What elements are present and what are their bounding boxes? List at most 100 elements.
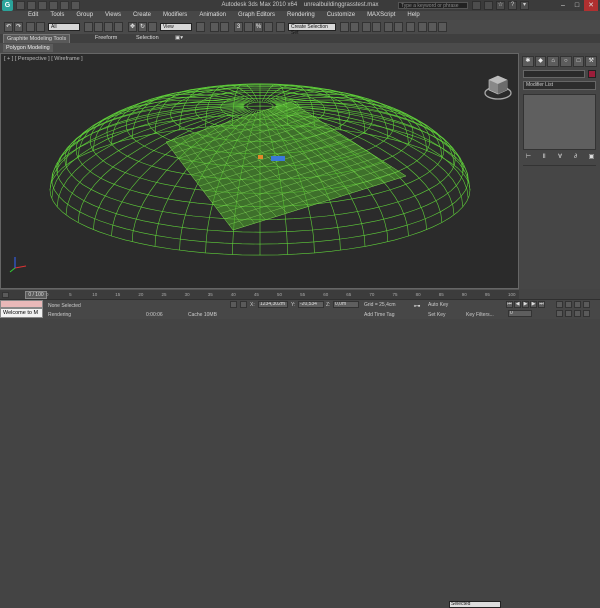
y-coordinate-field[interactable]: -20,534 xyxy=(298,301,324,308)
select-by-name-icon[interactable] xyxy=(94,22,103,32)
material-editor-icon[interactable] xyxy=(406,22,415,32)
tab-selection[interactable]: Selection xyxy=(133,34,162,43)
select-manipulate-icon[interactable] xyxy=(210,22,219,32)
add-time-tag[interactable]: Add Time Tag xyxy=(364,312,394,318)
set-key-button[interactable]: Set Key xyxy=(428,312,446,318)
modify-tab-icon[interactable]: ◆ xyxy=(534,56,547,67)
rendered-frame-window-icon[interactable] xyxy=(428,22,437,32)
binoculars-icon[interactable] xyxy=(472,1,481,10)
menu-help[interactable]: Help xyxy=(401,11,425,20)
angle-snap-icon[interactable] xyxy=(244,22,253,32)
menu-modifiers[interactable]: Modifiers xyxy=(157,11,193,20)
maxscript-listener-output[interactable] xyxy=(0,300,43,308)
previous-key-icon[interactable]: ◀ xyxy=(514,301,521,308)
menu-rendering[interactable]: Rendering xyxy=(281,11,321,20)
object-color-swatch[interactable] xyxy=(588,70,596,78)
window-crossing-icon[interactable] xyxy=(114,22,123,32)
dropdown-icon[interactable]: ▾ xyxy=(520,1,529,10)
select-object-icon[interactable] xyxy=(84,22,93,32)
graphite-ribbon-icon[interactable] xyxy=(372,22,381,32)
help-search-input[interactable]: Type a keyword or phrase xyxy=(398,2,468,9)
menu-create[interactable]: Create xyxy=(127,11,157,20)
auto-key-mode-dropdown[interactable]: Selected xyxy=(449,601,501,608)
layer-manager-icon[interactable] xyxy=(362,22,371,32)
maximize-button[interactable]: □ xyxy=(570,0,584,11)
select-and-scale-icon[interactable] xyxy=(148,22,157,32)
zoom-icon[interactable] xyxy=(556,301,563,308)
menu-tools[interactable]: Tools xyxy=(44,11,70,20)
open-file-icon[interactable] xyxy=(27,1,36,10)
current-frame-field[interactable]: 0 xyxy=(508,310,532,317)
snaps-toggle-icon[interactable]: 3 xyxy=(234,22,243,32)
save-file-icon[interactable] xyxy=(38,1,47,10)
z-coordinate-field[interactable]: 0,0m xyxy=(333,301,359,308)
make-unique-icon[interactable]: ∀ xyxy=(557,154,564,161)
redo-icon[interactable] xyxy=(60,1,69,10)
menu-edit[interactable]: Edit xyxy=(22,11,44,20)
percent-snap-icon[interactable]: % xyxy=(254,22,263,32)
menu-group[interactable]: Group xyxy=(70,11,99,20)
close-button[interactable]: ✕ xyxy=(584,0,598,11)
tab-graphite-modeling-tools[interactable]: Graphite Modeling Tools xyxy=(3,34,71,43)
select-and-move-icon[interactable]: ✥ xyxy=(128,22,137,32)
edit-named-selection-icon[interactable] xyxy=(276,22,285,32)
display-tab-icon[interactable]: □ xyxy=(572,56,585,67)
key-filters-button[interactable]: Key Filters... xyxy=(466,312,494,318)
modifier-list-dropdown[interactable]: Modifier List xyxy=(523,81,596,90)
motion-tab-icon[interactable]: ○ xyxy=(560,56,572,67)
align-icon[interactable] xyxy=(350,22,359,32)
object-name-field[interactable] xyxy=(523,70,585,78)
menu-customize[interactable]: Customize xyxy=(321,11,361,20)
favorites-star-icon[interactable]: ☆ xyxy=(496,1,505,10)
viewport-label[interactable]: [ + ] [ Perspective ] [ Wireframe ] xyxy=(4,56,83,62)
utilities-tab-icon[interactable]: ⚒ xyxy=(585,56,598,67)
undo-icon[interactable]: ↶ xyxy=(4,22,13,32)
unlink-icon[interactable] xyxy=(36,22,45,32)
viewcube-icon[interactable] xyxy=(483,72,513,102)
maxscript-mini-listener[interactable]: Welcome to M xyxy=(0,308,43,318)
mirror-icon[interactable] xyxy=(340,22,349,32)
perspective-viewport[interactable]: [ + ] [ Perspective ] [ Wireframe ] xyxy=(0,53,519,289)
next-key-icon[interactable]: ▶ xyxy=(530,301,537,308)
building-object-orange[interactable] xyxy=(258,155,263,159)
render-setup-icon[interactable] xyxy=(418,22,427,32)
go-to-end-icon[interactable]: ⏭ xyxy=(538,301,545,308)
menu-maxscript[interactable]: MAXScript xyxy=(361,11,401,20)
go-to-start-icon[interactable]: ⏮ xyxy=(506,301,513,308)
maximize-viewport-icon[interactable] xyxy=(583,310,590,317)
menu-animation[interactable]: Animation xyxy=(193,11,232,20)
orbit-icon[interactable] xyxy=(574,310,581,317)
zoom-extents-all-icon[interactable] xyxy=(583,301,590,308)
create-tab-icon[interactable]: ✱ xyxy=(522,56,534,67)
zoom-extents-icon[interactable] xyxy=(574,301,581,308)
schematic-view-icon[interactable] xyxy=(394,22,403,32)
app-logo-icon[interactable]: G xyxy=(2,0,13,11)
pivot-center-icon[interactable] xyxy=(196,22,205,32)
lock-selection-icon[interactable] xyxy=(230,301,237,308)
spinner-snap-icon[interactable] xyxy=(264,22,273,32)
prev-frame-icon[interactable] xyxy=(2,292,9,298)
pan-view-icon[interactable] xyxy=(565,310,572,317)
show-end-result-icon[interactable]: Ⅱ xyxy=(541,154,548,161)
remove-modifier-icon[interactable]: ∂ xyxy=(572,154,579,161)
ribbon-options-icon[interactable]: ▣▾ xyxy=(175,34,183,43)
field-of-view-icon[interactable] xyxy=(556,310,563,317)
polygon-modeling-panel[interactable]: Polygon Modeling xyxy=(3,44,53,52)
modifier-stack[interactable] xyxy=(523,94,596,150)
time-slider-handle[interactable]: 0 / 100 xyxy=(25,291,47,299)
project-folder-icon[interactable] xyxy=(71,1,80,10)
x-coordinate-field[interactable]: 1234,302m xyxy=(258,301,288,308)
keyboard-shortcut-icon[interactable] xyxy=(220,22,229,32)
building-object-blue[interactable] xyxy=(271,156,285,161)
absolute-mode-icon[interactable] xyxy=(240,301,247,308)
rectangular-selection-icon[interactable] xyxy=(104,22,113,32)
configure-modifier-sets-icon[interactable]: ▣ xyxy=(588,154,595,161)
redo-icon[interactable]: ↷ xyxy=(14,22,23,32)
curve-editor-icon[interactable] xyxy=(384,22,393,32)
help-icon[interactable]: ? xyxy=(508,1,517,10)
link-icon[interactable] xyxy=(26,22,35,32)
pin-stack-icon[interactable]: ⊢ xyxy=(525,154,532,161)
select-and-rotate-icon[interactable]: ↻ xyxy=(138,22,147,32)
tab-freeform[interactable]: Freeform xyxy=(92,34,120,43)
hierarchy-tab-icon[interactable]: ⌂ xyxy=(547,56,560,67)
